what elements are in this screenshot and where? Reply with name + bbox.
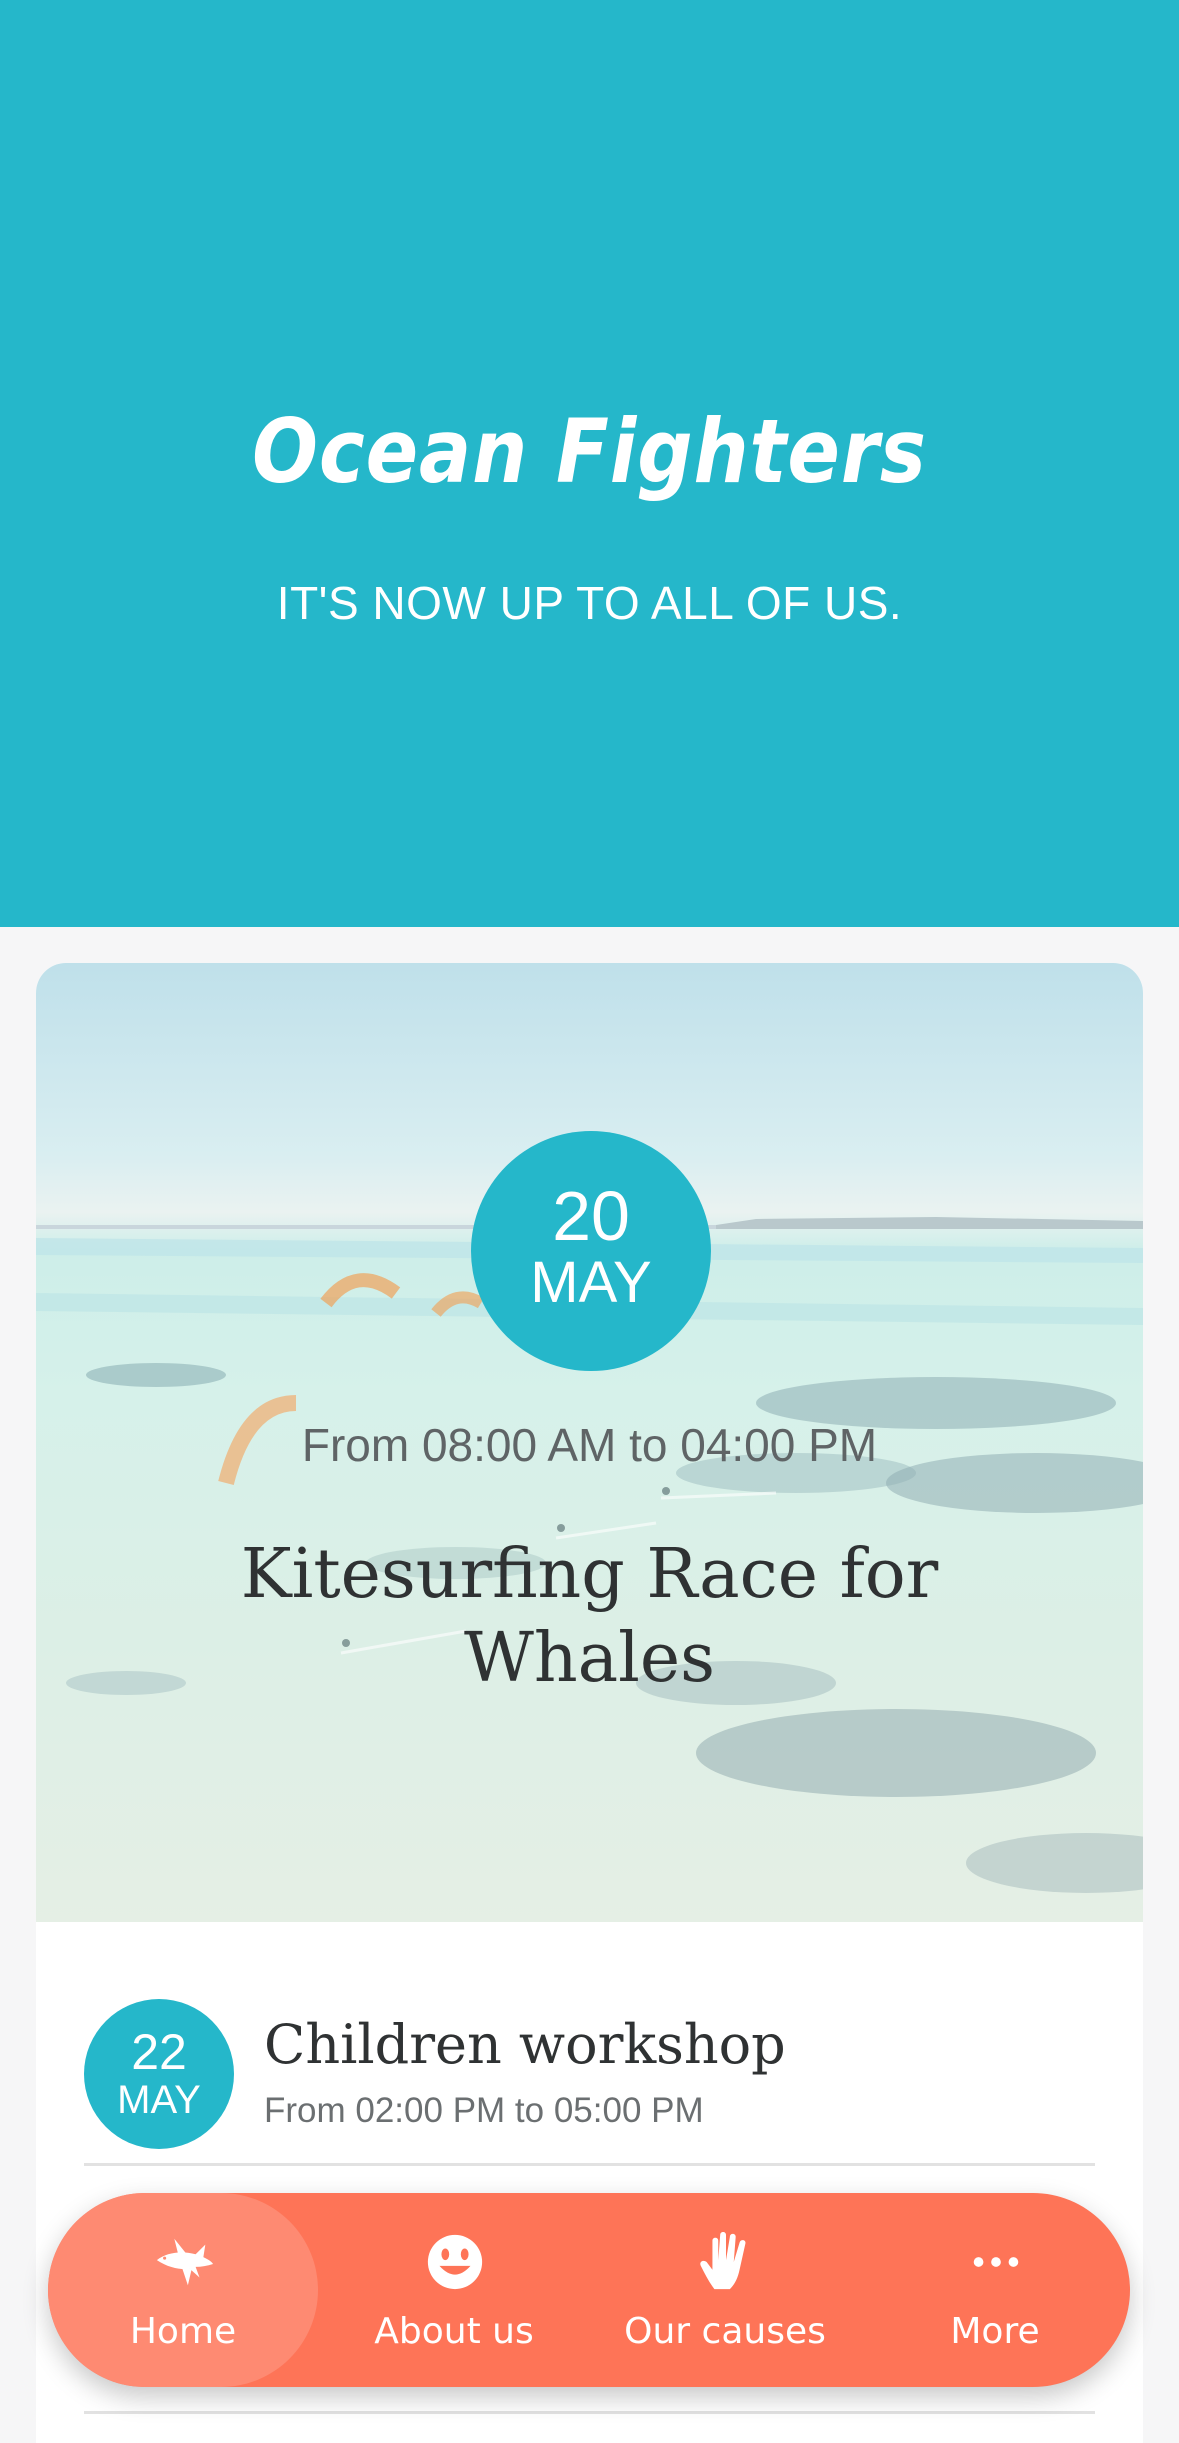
hero-title: Ocean Fighters bbox=[252, 400, 927, 503]
event-date-month: MAY bbox=[117, 2078, 201, 2122]
bottom-tab-bar: Home About us Our causes More bbox=[48, 2193, 1130, 2387]
tab-about[interactable]: About us bbox=[319, 2193, 589, 2387]
tab-home[interactable]: Home bbox=[48, 2193, 318, 2387]
hero-subtitle: IT'S NOW UP TO ALL OF US. bbox=[276, 577, 903, 629]
event-date-badge: 22 MAY bbox=[84, 1999, 234, 2149]
featured-event-title: Kitesurfing Race for Whales bbox=[240, 1535, 939, 1698]
event-time: From 02:00 PM to 05:00 PM bbox=[264, 2091, 704, 2130]
list-item[interactable]: 22 MAY Children workshop From 02:00 PM t… bbox=[84, 1963, 1095, 2166]
tab-more-label: More bbox=[950, 2311, 1040, 2352]
tab-more[interactable]: More bbox=[860, 2193, 1130, 2387]
hand-icon bbox=[700, 2231, 746, 2290]
list-divider bbox=[84, 2411, 1095, 2414]
hero-banner: Ocean Fighters IT'S NOW UP TO ALL OF US. bbox=[0, 0, 1179, 927]
tab-causes-label: Our causes bbox=[624, 2311, 826, 2352]
featured-date-badge: 20 MAY bbox=[471, 1131, 711, 1371]
featured-event-time: From 08:00 AM to 04:00 PM bbox=[301, 1419, 878, 1471]
featured-date-day: 20 bbox=[552, 1177, 630, 1255]
shark-icon bbox=[156, 2238, 214, 2286]
tab-home-label: Home bbox=[129, 2311, 237, 2352]
tab-about-label: About us bbox=[374, 2311, 534, 2352]
featured-date-month: MAY bbox=[530, 1250, 652, 1315]
tab-causes[interactable]: Our causes bbox=[590, 2193, 860, 2387]
event-title: Children workshop bbox=[264, 2013, 786, 2076]
dots-icon bbox=[973, 2257, 1019, 2267]
event-date-day: 22 bbox=[131, 2024, 187, 2080]
smiley-icon bbox=[427, 2234, 483, 2290]
featured-event[interactable]: 20 MAY From 08:00 AM to 04:00 PM Kitesur… bbox=[36, 963, 1143, 1922]
